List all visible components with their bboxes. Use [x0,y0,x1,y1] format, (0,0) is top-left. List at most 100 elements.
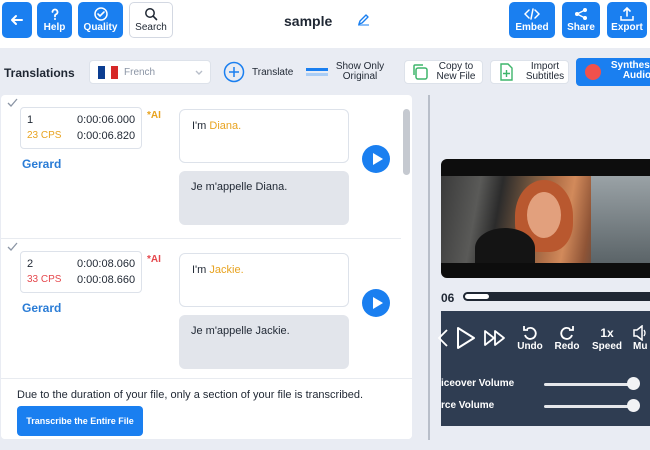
voiceover-volume-knob[interactable] [627,377,640,390]
translation-text-field[interactable]: Je m'appelle Jackie. [179,315,349,369]
source-volume-slider[interactable] [544,405,638,408]
record-dot-icon [585,64,601,80]
source-text-field[interactable]: I'm Jackie. [179,253,349,307]
voiceover-volume-label: iceover Volume [441,378,515,389]
source-prefix: I'm [192,264,210,276]
plus-circle-icon [223,61,245,83]
start-time: 0:00:06.000 [77,114,136,126]
export-label: Export [611,22,643,33]
play-segment-button[interactable] [362,145,390,173]
french-flag-icon [98,65,119,79]
toggle-lines-icon [306,68,328,76]
transcription-notice: Due to the duration of your file, only a… [1,378,412,439]
transcribe-entire-file-button[interactable]: Transcribe the Entire File [17,406,143,436]
mute-label: Mu [633,341,648,352]
fast-forward-icon[interactable] [483,329,507,347]
check-icon[interactable] [7,98,18,107]
quality-label: Quality [83,22,118,33]
question-icon [51,8,58,20]
segment-timing[interactable]: 2 33 CPS 0:00:08.060 0:00:08.660 *AI [20,251,161,293]
voiceover-volume-slider[interactable] [544,383,638,386]
upload-icon [620,7,634,21]
import-subtitles-button[interactable]: Import Subtitles [490,60,569,84]
source-text-field[interactable]: I'm Diana. [179,109,349,163]
progress-fill [465,294,489,299]
check-icon[interactable] [7,242,18,251]
translate-button[interactable]: Translate [223,60,293,84]
video-frame [441,176,650,263]
page-title: sample [284,13,333,29]
notice-text: Due to the duration of your file, only a… [17,389,364,401]
segment-row: 2 33 CPS 0:00:08.060 0:00:08.660 *AI Ger… [1,239,401,383]
end-time: 0:00:06.820 [77,130,136,142]
source-volume-label: rce Volume [441,400,495,411]
help-button[interactable]: Help [37,2,72,38]
segment-row: 1 23 CPS 0:00:06.000 0:00:06.820 *AI Ger… [1,95,401,239]
video-preview[interactable] [441,159,650,278]
help-label: Help [43,22,66,33]
shield-check-icon [93,7,108,21]
chevron-down-icon [195,70,203,75]
speed-button[interactable]: 1x Speed [590,325,624,352]
pencil-icon[interactable] [357,13,370,26]
quality-button[interactable]: Quality [78,2,123,38]
arrow-left-icon [11,14,23,25]
redo-icon [560,326,574,340]
export-button[interactable]: Export [607,2,647,38]
copy-icon [413,64,428,80]
show-only-original-toggle[interactable]: Show Only Original [306,60,386,84]
mute-button[interactable]: Mu [633,325,650,352]
copy-to-new-file-button[interactable]: Copy to New File [404,60,483,84]
search-button[interactable]: Search [129,2,173,38]
synthesize-audio-label: Synthesize Audio [610,60,650,81]
play-icon[interactable] [455,325,477,351]
translate-label: Translate [252,66,294,78]
segment-timing[interactable]: 1 23 CPS 0:00:06.000 0:00:06.820 *AI [20,107,161,149]
segment-number: 1 [27,114,34,126]
share-icon [575,8,587,20]
speed-value: 1x [600,326,614,340]
current-time: 06 [441,291,455,305]
translations-toolbar: Translations French Translate Show Only … [0,56,650,88]
language-value: French [124,66,156,78]
redo-button[interactable]: Redo [552,325,582,352]
panel-divider[interactable] [428,95,430,440]
show-only-original-label: Show Only Original [335,61,385,82]
translation-text-field[interactable]: Je m'appelle Diana. [179,171,349,225]
source-prefix: I'm [192,120,210,132]
share-label: Share [567,22,595,33]
file-plus-icon [500,63,513,81]
skip-back-icon[interactable] [437,327,449,349]
cps-value: 23 CPS [27,130,62,141]
ai-badge: *AI [147,110,161,121]
source-volume-knob[interactable] [627,399,640,412]
undo-label: Undo [517,341,543,352]
share-button[interactable]: Share [562,2,600,38]
segment-number: 2 [27,258,34,270]
embed-button[interactable]: Embed [509,2,555,38]
start-time: 0:00:08.060 [77,258,136,270]
search-label: Search [135,22,167,33]
embed-label: Embed [515,22,549,33]
undo-button[interactable]: Undo [515,325,545,352]
play-icon [373,297,383,309]
back-button[interactable] [2,2,32,38]
source-highlight: Diana. [209,120,242,132]
play-segment-button[interactable] [362,289,390,317]
code-icon [524,8,540,20]
search-icon [145,8,158,21]
speaker-name[interactable]: Gerard [22,157,61,171]
language-select[interactable]: French [89,60,211,84]
play-icon [373,153,383,165]
end-time: 0:00:08.660 [77,274,136,286]
segments-panel: 1 23 CPS 0:00:06.000 0:00:06.820 *AI Ger… [1,95,412,439]
top-bar: Help Quality Search sample Embed Share E… [0,0,650,48]
synthesize-audio-button[interactable]: Synthesize Audio [576,58,650,86]
translations-label: Translations [4,66,75,80]
speaker-name[interactable]: Gerard [22,301,61,315]
scrollbar-thumb[interactable] [403,109,410,175]
volume-icon [633,325,646,341]
progress-bar[interactable] [463,292,650,301]
copy-to-new-file-label: Copy to New File [436,61,476,82]
ai-badge: *AI [147,254,161,265]
